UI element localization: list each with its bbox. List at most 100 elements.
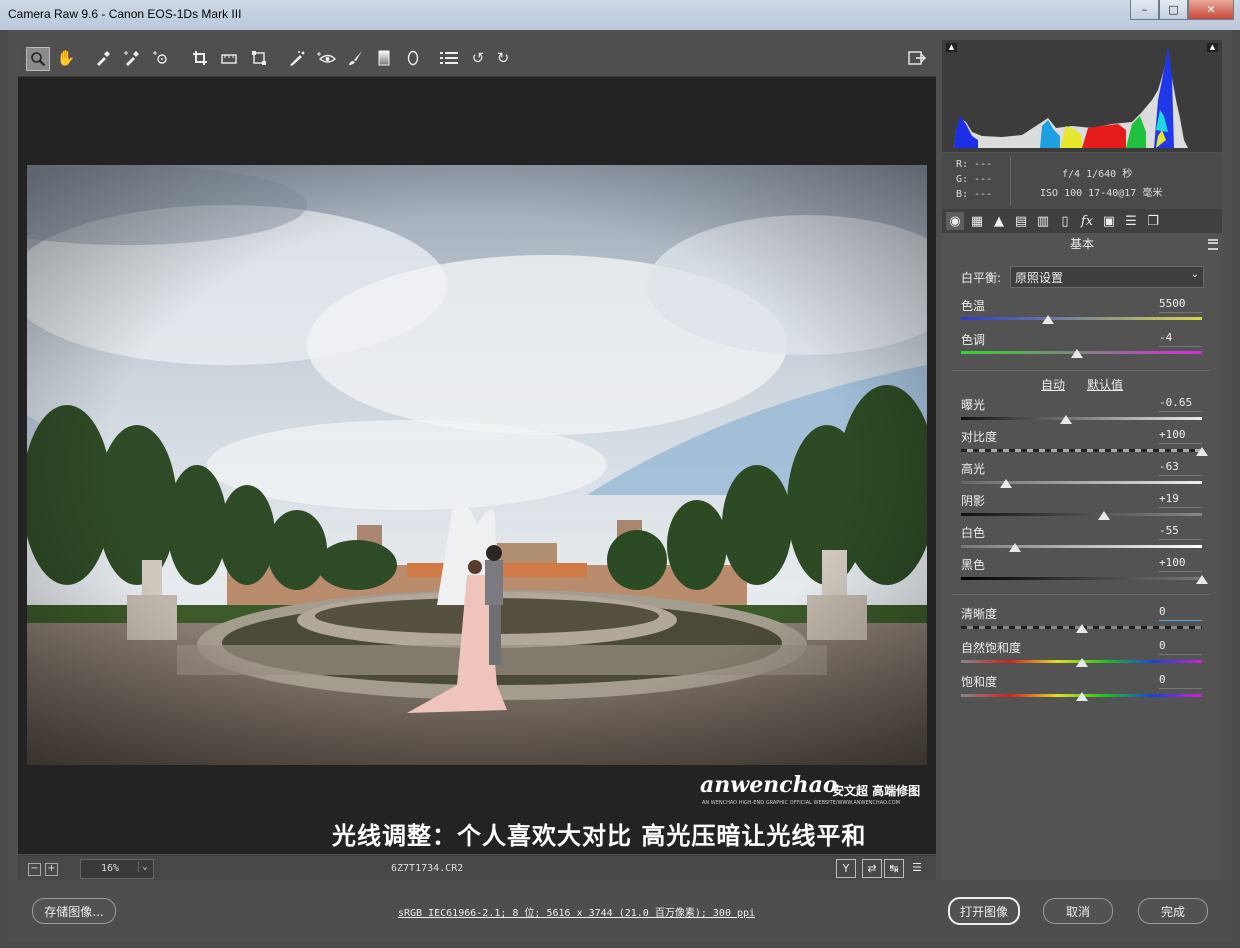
white-balance-label: 白平衡: <box>961 271 1002 285</box>
zoom-out-button[interactable]: − <box>28 863 41 876</box>
shadows-value[interactable]: +19 <box>1159 492 1202 508</box>
highlights-value[interactable]: -63 <box>1159 460 1202 476</box>
before-after-button[interactable]: Y <box>836 859 856 878</box>
panel-title: 基本 <box>1069 237 1094 251</box>
copy-settings-button[interactable]: ↹ <box>884 859 904 878</box>
done-button[interactable]: 完成 <box>1138 898 1208 924</box>
lens-icon[interactable]: ▯ <box>1056 212 1074 230</box>
clarity-label: 清晰度 <box>961 607 998 621</box>
maximize-button[interactable]: □ <box>1159 0 1188 20</box>
white-balance-select[interactable]: 原照设置 ⌄ <box>1010 266 1204 288</box>
watermark-subtitle: AN WENCHAO HIGH-END GRAPHIC OFFICIAL WEB… <box>702 800 901 806</box>
cancel-button[interactable]: 取消 <box>1043 898 1113 924</box>
blacks-slider-thumb[interactable] <box>1196 575 1208 584</box>
tone-curve-icon[interactable]: ▦ <box>968 212 986 230</box>
saturation-value[interactable]: 0 <box>1159 673 1202 689</box>
snapshots-icon[interactable]: ❐ <box>1144 212 1162 230</box>
exposure-value[interactable]: -0.65 <box>1159 396 1202 412</box>
clarity-slider-thumb[interactable] <box>1075 624 1088 633</box>
clarity-value[interactable]: 0 <box>1159 605 1202 621</box>
hsl-icon[interactable]: ▤ <box>1012 212 1030 230</box>
temp-slider[interactable] <box>961 317 1202 320</box>
exposure-slider[interactable] <box>961 417 1202 420</box>
auto-link[interactable]: 自动 <box>1041 376 1065 393</box>
workflow-options-link[interactable]: sRGB IEC61966-2.1; 8 位; 5616 x 3744 (21.… <box>398 904 755 919</box>
close-button[interactable]: ✕ <box>1188 0 1234 20</box>
tint-slider-thumb[interactable] <box>1070 349 1083 358</box>
vibrance-label: 自然饱和度 <box>961 641 1022 655</box>
blacks-value[interactable]: +100 <box>1159 556 1202 572</box>
watermark: anwenchao 安文超 高端修图 AN WENCHAO HIGH-END G… <box>700 772 930 810</box>
preferences-icon[interactable] <box>438 47 460 69</box>
readout-r: R: --- <box>956 159 993 170</box>
preview-settings-icon[interactable]: ☰ <box>908 859 926 876</box>
white-balance-icon[interactable] <box>92 47 114 69</box>
graduated-filter-icon[interactable] <box>373 47 395 69</box>
temp-value[interactable]: 5500 <box>1159 297 1202 313</box>
tint-label: 色调 <box>961 333 986 347</box>
color-sampler-icon[interactable] <box>121 47 143 69</box>
swap-settings-button[interactable]: ⇄ <box>862 859 882 878</box>
targeted-adjust-icon[interactable] <box>151 47 173 69</box>
file-name: 6Z7T1734.CR2 <box>391 863 464 874</box>
vibrance-value[interactable]: 0 <box>1159 639 1202 655</box>
default-link[interactable]: 默认值 <box>1087 376 1123 393</box>
chevron-down-icon: ⌄ <box>1190 269 1199 280</box>
whites-label: 白色 <box>961 526 986 540</box>
rotate-right-icon[interactable]: ↻ <box>492 47 514 69</box>
whites-slider-thumb[interactable] <box>1009 543 1022 552</box>
iso-focal-length: ISO 100 17-40@17 毫米 <box>1040 188 1163 199</box>
watermark-brand: 安文超 高端修图 <box>832 784 921 798</box>
contrast-slider-thumb[interactable] <box>1196 447 1208 456</box>
readout-b: B: --- <box>956 189 993 200</box>
save-image-button[interactable]: 存储图像... <box>32 898 116 924</box>
split-toning-icon[interactable]: ▥ <box>1034 212 1052 230</box>
camera-calibration-icon[interactable]: ▣ <box>1100 212 1118 230</box>
panel-menu-icon[interactable] <box>1208 239 1218 250</box>
contrast-value[interactable]: +100 <box>1159 428 1202 444</box>
fullscreen-icon[interactable] <box>906 47 928 69</box>
shadows-slider[interactable] <box>961 513 1202 516</box>
detail-icon[interactable]: ▲ <box>990 212 1008 230</box>
presets-icon[interactable]: ☰ <box>1122 212 1140 230</box>
zoom-select[interactable]: 16% ⌄ <box>80 859 154 879</box>
image-metadata: R: --- G: --- B: --- f/4 1/640 秒 ISO 100… <box>942 153 1222 209</box>
temp-slider-thumb[interactable] <box>1041 315 1054 324</box>
adjustment-brush-icon[interactable] <box>344 47 366 69</box>
readout-g: G: --- <box>956 174 993 185</box>
basic-icon[interactable]: ◉ <box>946 212 964 230</box>
preview-status-bar: − + 16% ⌄ 6Z7T1734.CR2 Y ⇄ ↹ ☰ <box>18 855 936 881</box>
highlights-label: 高光 <box>961 462 986 476</box>
tint-value[interactable]: -4 <box>1159 331 1202 347</box>
histogram: ▲ ▲ <box>942 40 1222 152</box>
blacks-slider[interactable] <box>961 577 1202 580</box>
contrast-slider[interactable] <box>961 449 1202 452</box>
zoom-in-button[interactable]: + <box>45 863 58 876</box>
fx-icon[interactable]: fx <box>1078 212 1096 230</box>
window-controls: – □ ✕ <box>1130 0 1234 20</box>
shadows-slider-thumb[interactable] <box>1098 511 1111 520</box>
straighten-icon[interactable] <box>218 47 240 69</box>
red-eye-icon[interactable] <box>315 47 337 69</box>
whites-value[interactable]: -55 <box>1159 524 1202 540</box>
open-image-button[interactable]: 打开图像 <box>948 897 1020 925</box>
overlay-caption: 光线调整：个人喜欢大对比 高光压暗让光线平和 <box>332 822 867 850</box>
radial-filter-icon[interactable] <box>402 47 424 69</box>
highlights-slider-thumb[interactable] <box>999 479 1012 488</box>
rotate-left-icon[interactable]: ↺ <box>467 47 489 69</box>
crop-icon[interactable] <box>189 47 211 69</box>
hand-icon[interactable]: ✋ <box>55 47 77 69</box>
vibrance-slider-thumb[interactable] <box>1075 658 1088 667</box>
saturation-slider-thumb[interactable] <box>1075 692 1088 701</box>
transform-icon[interactable] <box>248 47 270 69</box>
whites-slider[interactable] <box>961 545 1202 548</box>
divider <box>1010 157 1011 205</box>
white-balance-value: 原照设置 <box>1015 271 1064 285</box>
exposure-slider-thumb[interactable] <box>1059 415 1072 424</box>
watermark-logo: anwenchao <box>700 772 838 798</box>
minimize-button[interactable]: – <box>1130 0 1159 20</box>
divider <box>952 594 1210 595</box>
zoom-icon[interactable] <box>26 47 50 71</box>
spot-removal-icon[interactable] <box>286 47 308 69</box>
highlights-slider[interactable] <box>961 481 1202 484</box>
